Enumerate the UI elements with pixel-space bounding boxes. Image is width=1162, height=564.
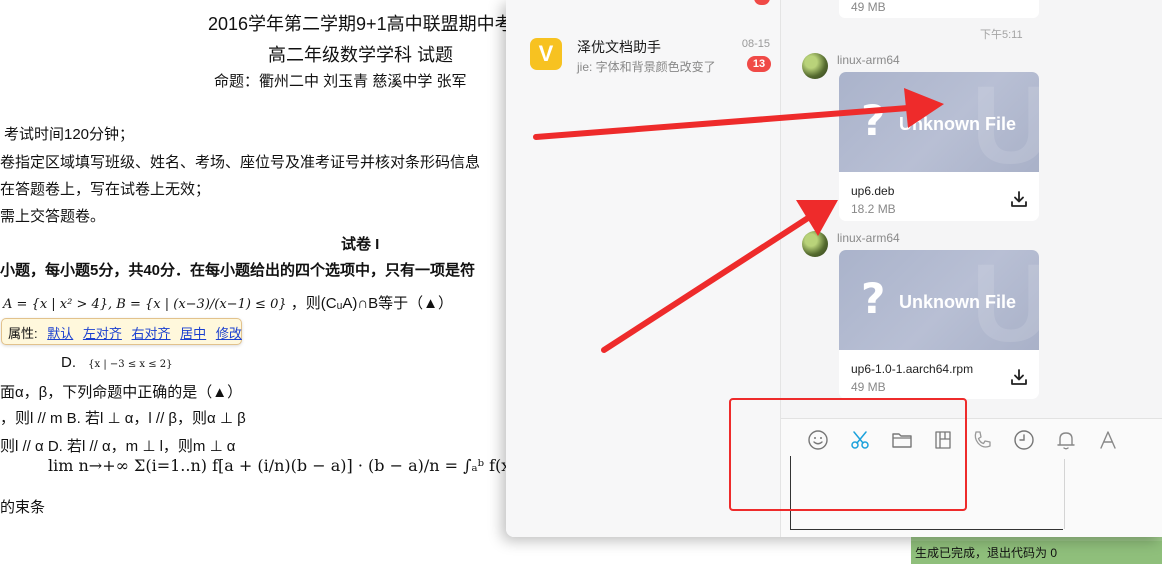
doc-question-2-ab: ，则l // m B. 若l ⊥ α，l // β，则α ⊥ β (0, 410, 246, 427)
question-mark-icon: ? (861, 96, 886, 145)
doc-q1-suffix: ，则(CᵤA)∩B等于（▲） (290, 295, 453, 312)
unknown-file-thumbnail: U ? Unknown File (839, 72, 1039, 187)
thumbnail-label: Unknown File (899, 114, 1016, 134)
attr-link-center[interactable]: 居中 (180, 326, 206, 341)
previous-file-card[interactable]: 49 MB (839, 0, 1039, 18)
clock-icon[interactable] (1013, 429, 1035, 451)
unread-count-badge: 13 (747, 56, 771, 72)
annotation-highlight-box (729, 398, 967, 511)
doc-section-intro: 小题，每小题5分，共40分．在每小题给出的四个选项中，只有一项是符 (0, 262, 476, 279)
previous-file-size: 49 MB (851, 0, 886, 14)
file-size: 18.2 MB (851, 202, 896, 216)
phone-icon[interactable] (971, 429, 993, 451)
file-size: 49 MB (851, 380, 886, 394)
terminal-build-status: 生成已完成，退出代码为 0 (915, 546, 1058, 560)
doc-title-line2: 高二年级数学学科 试题 (268, 45, 453, 65)
doc-q1-option-d-label: D. (61, 354, 76, 371)
file-card[interactable]: U ? Unknown File up6-1.0-1.aarch64.rpm 4… (839, 250, 1039, 399)
download-icon[interactable] (1009, 189, 1029, 209)
doc-question-1: A = {x | x² > 4}, B = {x | (x−3)/(x−1) ≤… (3, 292, 453, 313)
conversation-item-zeyou[interactable]: V 泽优文档助手 jie: 字体和背景颜色改变了 08-15 13 (506, 30, 781, 82)
doc-title-line1: 2016学年第二学期9+1高中联盟期中考 (208, 14, 513, 34)
file-name: up6.deb (851, 184, 895, 198)
attr-link-align-left[interactable]: 左对齐 (83, 326, 122, 341)
file-name: up6-1.0-1.aarch64.rpm (851, 362, 974, 376)
unknown-file-thumbnail: U ? Unknown File (839, 250, 1039, 365)
doc-authors: 命题：衢州二中 刘玉青 慈溪中学 张军 (214, 73, 467, 90)
zeyou-logo-icon: V (530, 38, 562, 70)
doc-limit-formula: lim n→+∞ Σ(i=1..n) f[a + (i/n)(b − a)] ·… (48, 456, 567, 476)
attr-link-align-right[interactable]: 右对齐 (132, 326, 171, 341)
doc-note-3: 在答题卷上，写在试卷上无效； (0, 181, 211, 198)
font-icon[interactable] (1097, 429, 1119, 451)
attribute-label: 属性: (8, 326, 38, 341)
question-mark-icon: ? (861, 274, 886, 323)
unread-badge-partial (754, 0, 770, 5)
doc-note-2: 卷指定区域填写班级、姓名、考场、座位号及准考证号并核对条形码信息 (0, 154, 481, 171)
conversation-date: 08-15 (741, 38, 770, 50)
terminal-output-strip: 生成已完成，退出代码为 0 (911, 535, 1162, 564)
doc-note-1: 考试时间120分钟； (4, 126, 135, 143)
doc-section-title: 试卷 I (341, 236, 380, 253)
doc-note-4: 需上交答题卷。 (0, 208, 106, 225)
doc-question-2-cd: 则l // α D. 若l // α，m ⊥ l，则m ⊥ α (0, 438, 236, 455)
thumbnail-label: Unknown File (899, 292, 1016, 312)
attr-link-default[interactable]: 默认 (47, 326, 73, 341)
attr-link-edit[interactable]: 修改 (216, 326, 242, 341)
avatar[interactable] (802, 231, 828, 257)
doc-question-2: 面α，β，下列命题中正确的是（▲） (0, 384, 243, 401)
conversation-name: 泽优文档助手 (577, 39, 661, 55)
doc-q1-sets: A = {x | x² > 4}, B = {x | (x−3)/(x−1) ≤… (3, 297, 287, 312)
sender-name: linux-arm64 (837, 231, 900, 245)
message-timestamp: 下午5:11 (980, 29, 1023, 41)
avatar[interactable] (802, 53, 828, 79)
download-icon[interactable] (1009, 367, 1029, 387)
conversation-preview: jie: 字体和背景颜色改变了 (577, 60, 716, 74)
input-split-line (1064, 459, 1065, 529)
doc-formula-text: lim n→+∞ Σ(i=1..n) f[a + (i/n)(b − a)] ·… (48, 456, 536, 475)
bell-icon[interactable] (1055, 429, 1077, 451)
attribute-tooltip: 属性: 默认 左对齐 右对齐 居中 修改 (1, 318, 242, 345)
doc-q1-option-d-math: {x | −3 ≤ x ≤ 2} (88, 359, 173, 370)
file-card[interactable]: U ? Unknown File up6.deb 18.2 MB (839, 72, 1039, 221)
doc-formula-prefix: 的束条 (0, 499, 46, 516)
sender-name: linux-arm64 (837, 53, 900, 67)
doc-q1-option-d: D. {x | −3 ≤ x ≤ 2} (61, 354, 172, 371)
